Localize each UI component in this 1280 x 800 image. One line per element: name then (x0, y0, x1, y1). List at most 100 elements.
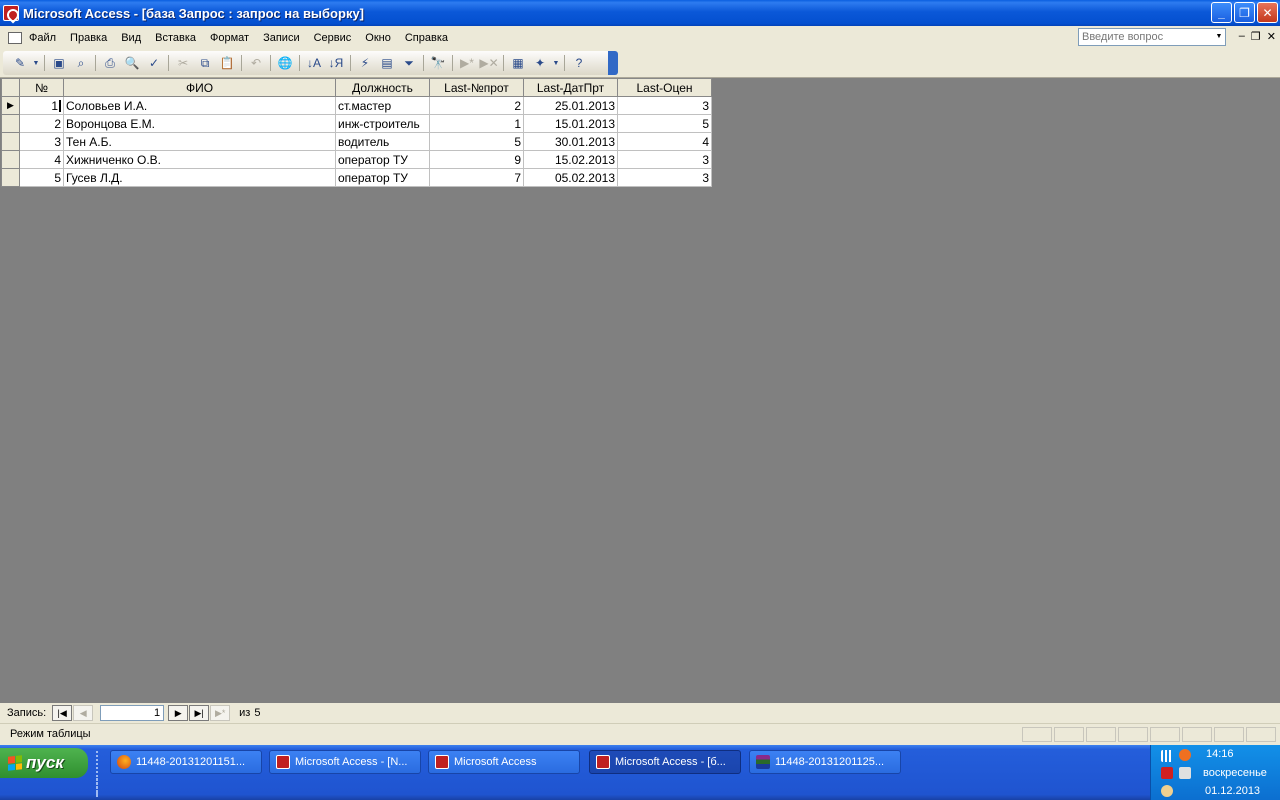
antivirus-icon[interactable] (1161, 767, 1173, 779)
record-selector[interactable] (1, 150, 20, 169)
cell-number[interactable]: 4 (19, 150, 64, 169)
select-all-corner[interactable] (1, 78, 20, 97)
taskbar-item-access-active[interactable]: Microsoft Access - [б... (589, 750, 741, 774)
menu-edit[interactable]: Правка (63, 32, 114, 44)
cell-protocol-date[interactable]: 30.01.2013 (523, 132, 618, 151)
cell-number[interactable]: 2 (19, 114, 64, 133)
minimize-button[interactable]: _ (1211, 2, 1232, 23)
cell-grade[interactable]: 4 (617, 132, 712, 151)
table-row[interactable]: 2 Воронцова Е.М. инж-строитель 1 15.01.2… (1, 114, 712, 133)
save-icon[interactable]: ▣ (48, 53, 70, 73)
filter-by-selection-icon[interactable]: ⚡ (354, 53, 376, 73)
chevron-down-icon[interactable]: ▼ (1213, 29, 1225, 45)
taskbar-item-access-1[interactable]: Microsoft Access - [N... (269, 750, 421, 774)
taskbar-item-access-2[interactable]: Microsoft Access (428, 750, 580, 774)
chevron-down-icon[interactable]: ▼ (551, 53, 561, 73)
menu-records[interactable]: Записи (256, 32, 307, 44)
cell-position[interactable]: ст.мастер (335, 96, 430, 115)
menu-help[interactable]: Справка (398, 32, 455, 44)
current-record-icon[interactable]: ▶ (1, 96, 20, 115)
table-row[interactable]: 3 Тен А.Б. водитель 5 30.01.2013 4 (1, 132, 712, 151)
start-button[interactable]: пуск (0, 748, 88, 778)
taskbar-grip[interactable] (96, 775, 100, 795)
cell-protocol-number[interactable]: 2 (429, 96, 524, 115)
menu-format[interactable]: Формат (203, 32, 256, 44)
cell-position[interactable]: оператор ТУ (335, 168, 430, 187)
cell-grade[interactable]: 5 (617, 114, 712, 133)
cell-protocol-date[interactable]: 05.02.2013 (523, 168, 618, 187)
print-preview-icon[interactable]: 🔍 (121, 53, 143, 73)
hyperlink-icon[interactable]: 🌐 (274, 53, 296, 73)
new-object-icon[interactable]: ✦ (529, 53, 551, 73)
column-header-protocol-number[interactable]: Last-№прот (429, 78, 524, 97)
cut-icon[interactable]: ✂ (172, 53, 194, 73)
menu-tools[interactable]: Сервис (307, 32, 359, 44)
cell-number[interactable]: 5 (19, 168, 64, 187)
cell-protocol-date[interactable]: 25.01.2013 (523, 96, 618, 115)
filter-by-form-icon[interactable]: ▤ (376, 53, 398, 73)
taskbar-item-winrar[interactable]: 11448-20131201125... (749, 750, 901, 774)
cell-grade[interactable]: 3 (617, 96, 712, 115)
maximize-button[interactable]: ❐ (1234, 2, 1255, 23)
cell-protocol-date[interactable]: 15.01.2013 (523, 114, 618, 133)
menu-view[interactable]: Вид (114, 32, 148, 44)
help-icon[interactable]: ? (568, 53, 590, 73)
taskbar-item-firefox[interactable]: 11448-20131201151... (110, 750, 262, 774)
cell-fio[interactable]: Воронцова Е.М. (63, 114, 336, 133)
copy-icon[interactable]: ⧉ (194, 53, 216, 73)
apply-filter-icon[interactable]: ⏷ (398, 53, 420, 73)
table-row[interactable]: 4 Хижниченко О.В. оператор ТУ 9 15.02.20… (1, 150, 712, 169)
cell-grade[interactable]: 3 (617, 150, 712, 169)
previous-record-icon[interactable]: ◀ (73, 705, 94, 721)
last-record-icon[interactable]: ▶| (189, 705, 210, 721)
mdi-minimize-button[interactable]: – (1239, 30, 1245, 43)
signal-icon[interactable] (1161, 750, 1175, 762)
cell-position[interactable]: инж-строитель (335, 114, 430, 133)
sort-descending-icon[interactable]: ↓Я (325, 53, 347, 73)
cell-protocol-number[interactable]: 7 (429, 168, 524, 187)
cell-fio[interactable]: Гусев Л.Д. (63, 168, 336, 187)
spelling-icon[interactable]: ✓ (143, 53, 165, 73)
update-icon[interactable] (1179, 749, 1191, 761)
table-row[interactable]: 5 Гусев Л.Д. оператор ТУ 7 05.02.2013 3 (1, 168, 712, 187)
table-row[interactable]: ▶ 1 Соловьев И.А. ст.мастер 2 25.01.2013… (1, 96, 712, 115)
column-header-position[interactable]: Должность (335, 78, 430, 97)
cell-protocol-number[interactable]: 9 (429, 150, 524, 169)
record-selector[interactable] (1, 168, 20, 187)
cell-position[interactable]: водитель (335, 132, 430, 151)
toolbar-options-icon[interactable] (608, 51, 618, 75)
menu-window[interactable]: Окно (358, 32, 398, 44)
undo-icon[interactable]: ↶ (245, 53, 267, 73)
cell-protocol-date[interactable]: 15.02.2013 (523, 150, 618, 169)
database-window-icon[interactable]: ▦ (507, 53, 529, 73)
record-selector[interactable] (1, 114, 20, 133)
next-record-icon[interactable]: ▶ (168, 705, 189, 721)
column-header-protocol-date[interactable]: Last-ДатПрт (523, 78, 618, 97)
mdi-close-button[interactable]: ✕ (1267, 30, 1276, 43)
cell-number[interactable]: 3 (19, 132, 64, 151)
print-icon[interactable]: ⎙ (99, 53, 121, 73)
cell-fio[interactable]: Соловьев И.А. (63, 96, 336, 115)
record-number-input[interactable]: 1 (100, 705, 165, 721)
cell-fio[interactable]: Хижниченко О.В. (63, 150, 336, 169)
column-header-grade[interactable]: Last-Оцен (617, 78, 712, 97)
find-icon[interactable]: 🔭 (427, 53, 449, 73)
chevron-down-icon[interactable]: ▼ (31, 53, 41, 73)
new-record-icon[interactable]: ▶* (456, 53, 478, 73)
volume-icon[interactable] (1179, 767, 1191, 779)
access-app-icon[interactable] (3, 5, 19, 21)
menu-file[interactable]: Файл (22, 32, 63, 44)
file-search-icon[interactable]: ⌕ (70, 53, 92, 73)
sort-ascending-icon[interactable]: ↓A (303, 53, 325, 73)
new-record-nav-icon[interactable]: ▶* (210, 705, 231, 721)
mdi-restore-button[interactable]: ❐ (1251, 30, 1261, 43)
cell-fio[interactable]: Тен А.Б. (63, 132, 336, 151)
cell-position[interactable]: оператор ТУ (335, 150, 430, 169)
cell-protocol-number[interactable]: 5 (429, 132, 524, 151)
cell-protocol-number[interactable]: 1 (429, 114, 524, 133)
network-icon[interactable] (1161, 785, 1173, 797)
ask-question-input[interactable]: Введите вопрос ▼ (1078, 28, 1226, 46)
cell-grade[interactable]: 3 (617, 168, 712, 187)
paste-icon[interactable]: 📋 (216, 53, 238, 73)
record-selector[interactable] (1, 132, 20, 151)
